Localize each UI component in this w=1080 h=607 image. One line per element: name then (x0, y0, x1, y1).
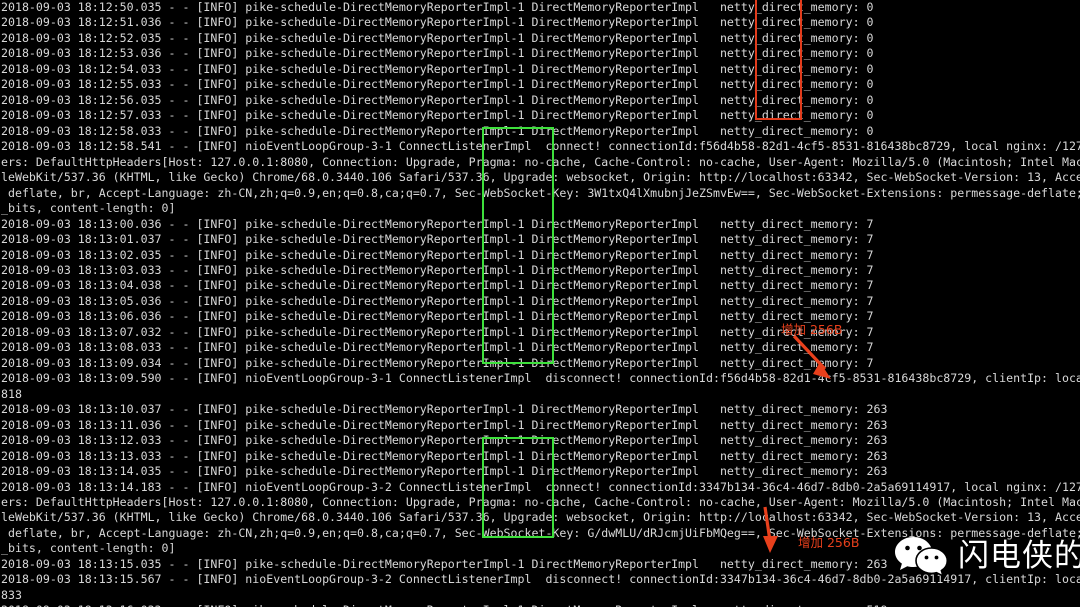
log-line: 2018-09-03 18:12:53.036 - - [INFO] pike-… (1, 46, 874, 61)
log-line: 2018-09-03 18:13:00.036 - - [INFO] pike-… (1, 216, 874, 231)
log-line: 2018-09-03 18:13:11.036 - - [INFO] pike-… (1, 417, 888, 432)
log-line: 2018-09-03 18:13:10.037 - - [INFO] pike-… (1, 402, 888, 417)
log-line: 2018-09-03 18:12:58.033 - - [INFO] pike-… (1, 123, 874, 138)
log-line: 2018-09-03 18:12:50.035 - - [INFO] pike-… (1, 0, 874, 14)
log-line: 2018-09-03 18:12:51.036 - - [INFO] pike-… (1, 15, 874, 30)
log-line: 2018-09-03 18:12:55.033 - - [INFO] pike-… (1, 77, 874, 92)
log-line: 2018-09-03 18:12:56.035 - - [INFO] pike-… (1, 92, 874, 107)
log-line: leWebKit/537.36 (KHTML, like Gecko) Chro… (1, 510, 1080, 525)
log-line: 2018-09-03 18:13:14.035 - - [INFO] pike-… (1, 464, 888, 479)
log-line: 2018-09-03 18:13:04.038 - - [INFO] pike-… (1, 278, 874, 293)
log-line: 2018-09-03 18:13:13.033 - - [INFO] pike-… (1, 448, 888, 463)
log-line: 2018-09-03 18:13:03.033 - - [INFO] pike-… (1, 262, 874, 277)
log-line: 2018-09-03 18:12:58.541 - - [INFO] nioEv… (1, 139, 1080, 154)
log-line: ers: DefaultHttpHeaders[Host: 127.0.0.1:… (1, 154, 1080, 169)
log-line: 818 (1, 386, 22, 401)
log-line: 2018-09-03 18:13:02.035 - - [INFO] pike-… (1, 247, 874, 262)
log-line: 2018-09-03 18:13:09.590 - - [INFO] nioEv… (1, 371, 1080, 386)
log-line: 2018-09-03 18:13:01.037 - - [INFO] pike-… (1, 232, 874, 247)
terminal-screen: 2018-09-03 18:12:50.035 - - [INFO] pike-… (0, 0, 1080, 607)
log-line: 2018-09-03 18:13:09.034 - - [INFO] pike-… (1, 355, 874, 370)
log-output[interactable]: 2018-09-03 18:12:50.035 - - [INFO] pike-… (0, 0, 1080, 607)
annotation-label-increase-1: 增加 256B (781, 322, 843, 337)
log-line: 2018-09-03 18:13:06.036 - - [INFO] pike-… (1, 309, 874, 324)
annotation-label-increase-2: 增加 256B (798, 535, 860, 550)
log-line: 2018-09-03 18:13:05.036 - - [INFO] pike-… (1, 293, 874, 308)
log-line: _bits, content-length: 0] (1, 541, 176, 556)
log-line: 2018-09-03 18:12:54.033 - - [INFO] pike-… (1, 61, 874, 76)
log-line: 2018-09-03 18:12:57.033 - - [INFO] pike-… (1, 108, 874, 123)
log-line: _bits, content-length: 0] (1, 201, 176, 216)
log-line: deflate, br, Accept-Language: zh-CN,zh;q… (7, 525, 1080, 540)
log-line: 2018-09-03 18:13:16.033 - - [INFO] pike-… (0, 603, 1080, 607)
log-line: 2018-09-03 18:13:12.033 - - [INFO] pike-… (1, 433, 888, 448)
log-line: 2018-09-03 18:13:14.183 - - [INFO] nioEv… (1, 479, 1080, 494)
log-line: ers: DefaultHttpHeaders[Host: 127.0.0.1:… (1, 495, 1080, 509)
log-line: 833 (1, 587, 22, 602)
log-line: deflate, br, Accept-Language: zh-CN,zh;q… (7, 185, 1080, 200)
log-line: 2018-09-03 18:13:08.033 - - [INFO] pike-… (1, 340, 874, 355)
log-line: 2018-09-03 18:13:07.032 - - [INFO] pike-… (1, 324, 874, 339)
log-line: 2018-09-03 18:12:52.035 - - [INFO] pike-… (1, 30, 874, 45)
log-line: 2018-09-03 18:13:15.035 - - [INFO] pike-… (1, 556, 888, 571)
log-line: leWebKit/537.36 (KHTML, like Gecko) Chro… (1, 170, 1080, 185)
log-line: 2018-09-03 18:13:15.567 - - [INFO] nioEv… (1, 572, 1080, 587)
